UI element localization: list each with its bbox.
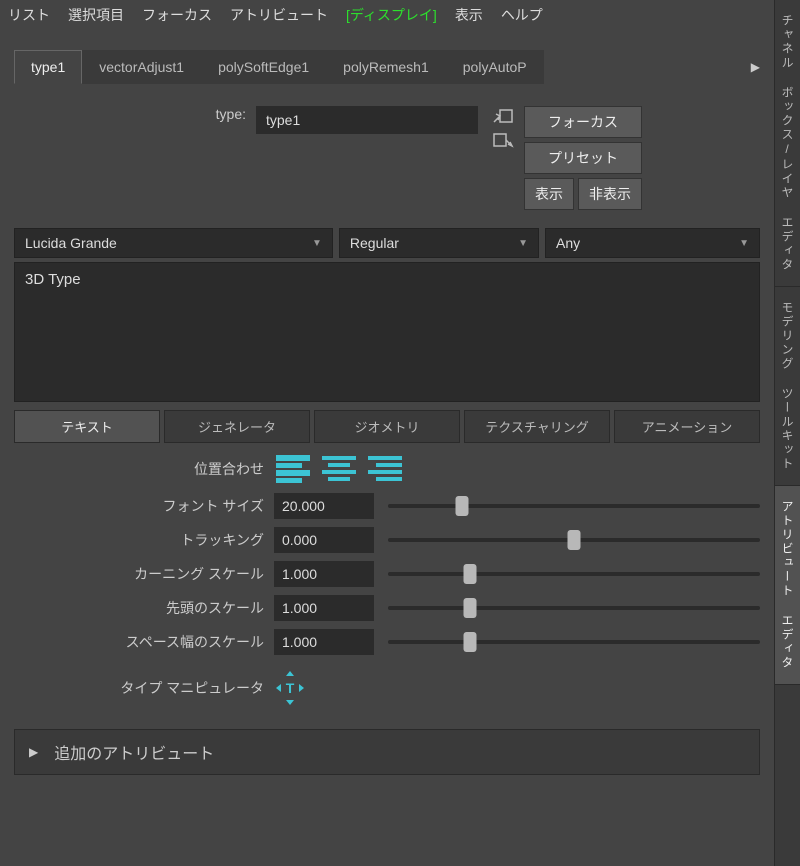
- type-manipulator-icon[interactable]: T: [274, 669, 306, 707]
- slider-thumb-1[interactable]: [568, 530, 581, 550]
- tabs-next-icon[interactable]: ▶: [751, 60, 760, 74]
- side-tab-attribute-editor[interactable]: アトリビュート エディタ: [775, 486, 800, 685]
- menu-display[interactable]: [ディスプレイ]: [346, 5, 437, 25]
- slider-label-1: トラッキング: [14, 530, 274, 550]
- side-tab-modeling-toolkit[interactable]: モデリング ツールキット: [775, 287, 800, 486]
- preset-button[interactable]: プリセット: [524, 142, 642, 174]
- tab-polysoftedge1[interactable]: polySoftEdge1: [201, 50, 326, 84]
- additional-attributes-section[interactable]: ▶ 追加のアトリビュート: [14, 729, 760, 775]
- lang-dropdown[interactable]: Any▼: [545, 228, 760, 258]
- show-button[interactable]: 表示: [524, 178, 574, 210]
- menu-selection[interactable]: 選択項目: [68, 5, 124, 25]
- align-center-icon[interactable]: [320, 453, 358, 485]
- alignment-label: 位置合わせ: [14, 459, 274, 479]
- slider-label-0: フォント サイズ: [14, 496, 274, 516]
- slider-input-4[interactable]: [274, 629, 374, 655]
- hide-button[interactable]: 非表示: [578, 178, 642, 210]
- slider-input-1[interactable]: [274, 527, 374, 553]
- type-name-input[interactable]: [256, 106, 478, 134]
- subtab-animation[interactable]: アニメーション: [614, 410, 760, 443]
- tab-polyautop[interactable]: polyAutoP: [446, 50, 544, 84]
- slider-track-1[interactable]: [388, 538, 760, 542]
- slider-thumb-2[interactable]: [463, 564, 476, 584]
- nav-up-icon[interactable]: [492, 108, 514, 126]
- menubar: リスト 選択項目 フォーカス アトリビュート [ディスプレイ] 表示 ヘルプ: [0, 0, 774, 30]
- property-tabs: テキスト ジェネレータ ジオメトリ テクスチャリング アニメーション: [14, 410, 760, 443]
- side-panel: チャネル ボックス/レイヤ エディタ モデリング ツールキット アトリビュート …: [774, 0, 800, 866]
- nav-down-icon[interactable]: [492, 132, 514, 150]
- menu-focus[interactable]: フォーカス: [142, 5, 212, 25]
- node-tabs: type1 vectorAdjust1 polySoftEdge1 polyRe…: [14, 50, 774, 84]
- slider-input-0[interactable]: [274, 493, 374, 519]
- slider-label-2: カーニング スケール: [14, 564, 274, 584]
- subtab-geometry[interactable]: ジオメトリ: [314, 410, 460, 443]
- chevron-down-icon: ▼: [312, 238, 322, 249]
- expand-arrow-icon: ▶: [29, 745, 38, 759]
- tab-polyremesh1[interactable]: polyRemesh1: [326, 50, 446, 84]
- slider-input-2[interactable]: [274, 561, 374, 587]
- type-label: type:: [14, 106, 256, 122]
- slider-track-2[interactable]: [388, 572, 760, 576]
- focus-button[interactable]: フォーカス: [524, 106, 642, 138]
- slider-track-3[interactable]: [388, 606, 760, 610]
- manipulator-label: タイプ マニピュレータ: [14, 678, 274, 698]
- subtab-generator[interactable]: ジェネレータ: [164, 410, 310, 443]
- align-right-icon[interactable]: [366, 453, 404, 485]
- slider-label-4: スペース幅のスケール: [14, 632, 274, 652]
- slider-track-4[interactable]: [388, 640, 760, 644]
- slider-thumb-3[interactable]: [463, 598, 476, 618]
- side-tab-channel-box[interactable]: チャネル ボックス/レイヤ エディタ: [775, 0, 800, 287]
- text-input-area[interactable]: 3D Type: [14, 262, 760, 402]
- slider-input-3[interactable]: [274, 595, 374, 621]
- slider-label-3: 先頭のスケール: [14, 598, 274, 618]
- additional-attributes-label: 追加のアトリビュート: [54, 740, 214, 764]
- weight-dropdown[interactable]: Regular▼: [339, 228, 539, 258]
- subtab-texturing[interactable]: テクスチャリング: [464, 410, 610, 443]
- tab-type1[interactable]: type1: [14, 50, 82, 84]
- slider-thumb-4[interactable]: [463, 632, 476, 652]
- menu-list[interactable]: リスト: [8, 5, 50, 25]
- subtab-text[interactable]: テキスト: [14, 410, 160, 443]
- chevron-down-icon: ▼: [739, 238, 749, 249]
- align-left-icon[interactable]: [274, 453, 312, 485]
- menu-show[interactable]: 表示: [455, 5, 483, 25]
- menu-help[interactable]: ヘルプ: [501, 5, 543, 25]
- slider-track-0[interactable]: [388, 504, 760, 508]
- tab-vectoradjust1[interactable]: vectorAdjust1: [82, 50, 201, 84]
- slider-thumb-0[interactable]: [456, 496, 469, 516]
- svg-text:T: T: [286, 680, 295, 696]
- chevron-down-icon: ▼: [518, 238, 528, 249]
- menu-attribute[interactable]: アトリビュート: [230, 5, 328, 25]
- font-dropdown[interactable]: Lucida Grande▼: [14, 228, 333, 258]
